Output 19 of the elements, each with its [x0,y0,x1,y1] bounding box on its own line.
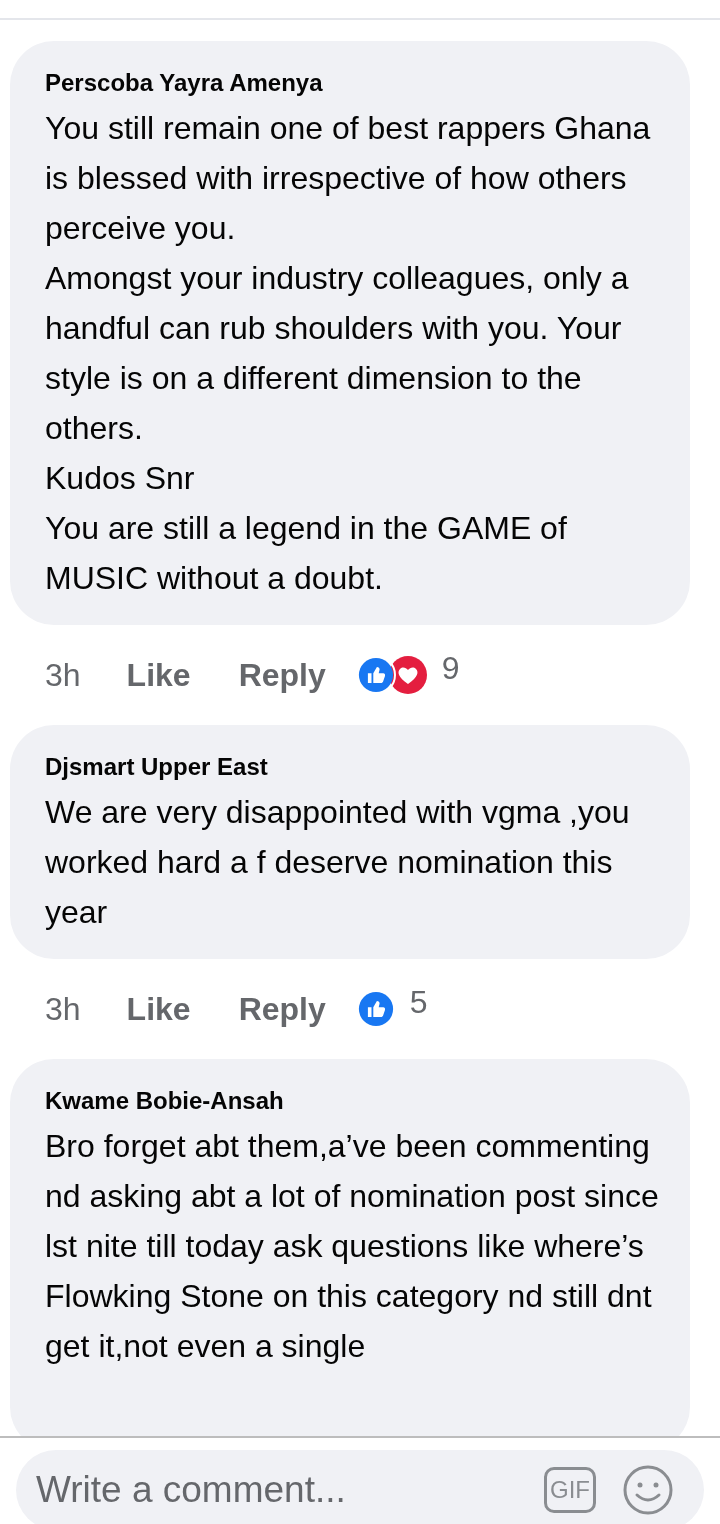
author-name[interactable]: Perscoba Yayra Amenya [45,63,670,103]
thumbs-up-icon [355,655,396,695]
thumbs-up-icon [355,989,396,1029]
author-name[interactable]: Kwame Bobie-Ansah [45,1081,670,1121]
gif-button[interactable]: GIF [544,1467,596,1513]
comment-text: Bro forget abt them,a’ve been commenting nd asking abt a lot of nomination post since lst nite till today ask questions like where’s Flowking Stone on this category nd still dnt get it,not even a single [45,1127,660,1366]
timestamp: 3h [45,656,81,695]
reaction-count: 5 [409,983,428,1022]
author-name[interactable]: Djsmart Upper East [45,747,670,787]
reaction-count: 9 [441,649,460,688]
emoji-icon[interactable] [622,1464,674,1516]
reply-link[interactable]: Reply [238,985,326,1033]
like-link[interactable]: Like [126,651,191,699]
comment-text: We are very disappointed with vgma ,you worked hard a f deserve nomination this year [45,793,631,932]
reply-link[interactable]: Reply [238,651,326,699]
comment-field[interactable]: Write a comment... GIF [16,1450,704,1524]
like-link[interactable]: Like [126,985,191,1033]
timestamp: 3h [45,990,81,1029]
comment-text: You still remain one of best rappers Ghana is blessed with irrespective of how others perceive you. Amongst your industry colleagues, only a handful can rub shoulders with you. Your style is on a different dimension to the others. Kudos Snr You are still a legend in the GAME of MUSIC without a doubt. [45,109,652,598]
